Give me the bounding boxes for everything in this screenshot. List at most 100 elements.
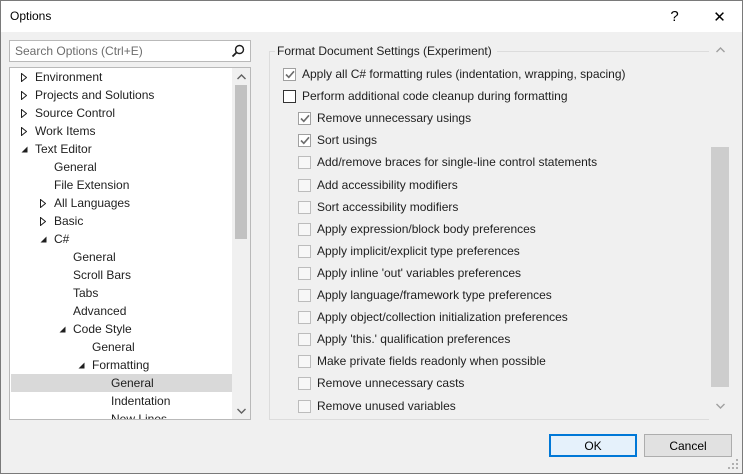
option-checkbox	[298, 222, 311, 236]
option-checkbox[interactable]	[298, 111, 311, 125]
tree-item[interactable]: Work Items	[11, 122, 232, 140]
option-checkbox	[298, 376, 311, 390]
tree-item-label: Code Style	[73, 322, 132, 336]
tree-item[interactable]: All Languages	[11, 194, 232, 212]
scroll-thumb[interactable]	[235, 85, 247, 239]
option-label: Make private fields readonly when possib…	[317, 354, 546, 368]
tree-item-label: General	[54, 160, 97, 174]
tree-item[interactable]: New Lines	[11, 410, 232, 419]
group-border	[269, 51, 270, 420]
options-tree: Environment Projects and Solutions Source …	[9, 67, 251, 420]
option-label: Remove unused variables	[317, 399, 456, 413]
tree-item[interactable]: Code Style	[11, 320, 232, 338]
tree-item-label: Source Control	[35, 106, 116, 120]
scroll-down-arrow-icon[interactable]	[711, 397, 729, 414]
tree-item-label: Text Editor	[35, 142, 92, 156]
option-label: Apply 'this.' qualification preferences	[317, 332, 511, 346]
tree-collapse-arrow-icon[interactable]	[76, 360, 86, 370]
option-checkbox[interactable]	[298, 133, 311, 147]
scroll-up-arrow-icon[interactable]	[232, 68, 250, 85]
tree-item[interactable]: General	[11, 248, 232, 266]
search-box	[9, 40, 251, 62]
option-row[interactable]: Sort usings	[298, 131, 377, 149]
tree-item[interactable]: Text Editor	[11, 140, 232, 158]
settings-scrollbar[interactable]	[711, 41, 729, 419]
tree-item-label: Formatting	[92, 358, 150, 372]
option-row: Apply inline 'out' variables preferences	[298, 264, 521, 282]
option-checkbox	[298, 288, 311, 302]
checkmark-icon	[284, 70, 295, 78]
tree-item[interactable]: General	[11, 374, 232, 392]
option-row: Remove unnecessary casts	[298, 374, 464, 392]
tree-expand-arrow-icon[interactable]	[38, 216, 48, 226]
option-checkbox[interactable]	[283, 89, 296, 103]
group-border	[497, 51, 709, 52]
tree-expand-arrow-icon[interactable]	[38, 198, 48, 208]
option-checkbox[interactable]	[283, 67, 296, 81]
tree-scrollbar[interactable]	[232, 68, 250, 419]
tree-item[interactable]: Scroll Bars	[11, 266, 232, 284]
tree-item[interactable]: Formatting	[11, 356, 232, 374]
tree-item[interactable]: C#	[11, 230, 232, 248]
option-label: Add accessibility modifiers	[317, 178, 458, 192]
tree-item[interactable]: Indentation	[11, 392, 232, 410]
cancel-button[interactable]: Cancel	[644, 434, 732, 457]
option-checkbox	[298, 399, 311, 413]
scroll-up-arrow-icon[interactable]	[711, 41, 729, 58]
resize-grip-icon[interactable]	[727, 458, 739, 470]
tree-item-label: File Extension	[54, 178, 130, 192]
group-title: Format Document Settings (Experiment)	[277, 44, 492, 58]
tree-collapse-arrow-icon[interactable]	[19, 144, 29, 154]
option-row: Make private fields readonly when possib…	[298, 352, 546, 370]
option-checkbox	[298, 266, 311, 280]
tree-expand-arrow-icon[interactable]	[19, 72, 29, 82]
tree-item[interactable]: Projects and Solutions	[11, 86, 232, 104]
tree-item[interactable]: General	[11, 158, 232, 176]
tree-item[interactable]: Basic	[11, 212, 232, 230]
tree-items: Environment Projects and Solutions Source …	[10, 68, 232, 419]
tree-collapse-arrow-icon[interactable]	[38, 234, 48, 244]
checkmark-icon	[299, 114, 310, 122]
tree-item[interactable]: Environment	[11, 68, 232, 86]
tree-item[interactable]: Advanced	[11, 302, 232, 320]
tree-item-label: General	[111, 376, 154, 390]
option-label: Remove unnecessary usings	[317, 111, 472, 125]
option-label: Perform additional code cleanup during f…	[302, 89, 568, 103]
scroll-down-arrow-icon[interactable]	[232, 402, 250, 419]
option-checkbox	[298, 332, 311, 346]
tree-expand-arrow-icon[interactable]	[19, 126, 29, 136]
tree-item-label: Indentation	[111, 394, 171, 408]
option-label: Apply inline 'out' variables preferences	[317, 266, 522, 280]
tree-item[interactable]: File Extension	[11, 176, 232, 194]
tree-collapse-arrow-icon[interactable]	[57, 324, 67, 334]
option-label: Add/remove braces for single-line contro…	[317, 155, 598, 169]
tree-item-label: Scroll Bars	[73, 268, 132, 282]
tree-item-label: Environment	[35, 70, 103, 84]
option-row[interactable]: Apply all C# formatting rules (indentati…	[283, 65, 626, 83]
scroll-thumb[interactable]	[711, 147, 729, 387]
option-row[interactable]: Perform additional code cleanup during f…	[283, 87, 568, 105]
help-button[interactable]: ?	[652, 1, 697, 32]
option-row: Apply expression/block body preferences	[298, 220, 536, 238]
option-label: Apply language/framework type preference…	[317, 288, 552, 302]
close-button[interactable]: ✕	[697, 1, 742, 32]
tree-item-label: Projects and Solutions	[35, 88, 155, 102]
group-border	[269, 419, 709, 420]
option-label: Apply implicit/explicit type preferences	[317, 244, 520, 258]
tree-item[interactable]: Tabs	[11, 284, 232, 302]
option-checkbox	[298, 310, 311, 324]
tree-item[interactable]: Source Control	[11, 104, 232, 122]
search-input[interactable]	[10, 41, 225, 61]
tree-expand-arrow-icon[interactable]	[19, 90, 29, 100]
ok-button[interactable]: OK	[549, 434, 637, 457]
tree-item[interactable]: General	[11, 338, 232, 356]
option-row: Sort accessibility modifiers	[298, 198, 458, 216]
option-checkbox	[298, 244, 311, 258]
tree-item-label: Basic	[54, 214, 84, 228]
tree-expand-arrow-icon[interactable]	[19, 108, 29, 118]
option-row: Add/remove braces for single-line contro…	[298, 153, 597, 171]
checkmark-icon	[299, 136, 310, 144]
option-row[interactable]: Remove unnecessary usings	[298, 109, 471, 127]
tree-item-label: General	[73, 250, 116, 264]
search-icon[interactable]	[230, 43, 246, 59]
